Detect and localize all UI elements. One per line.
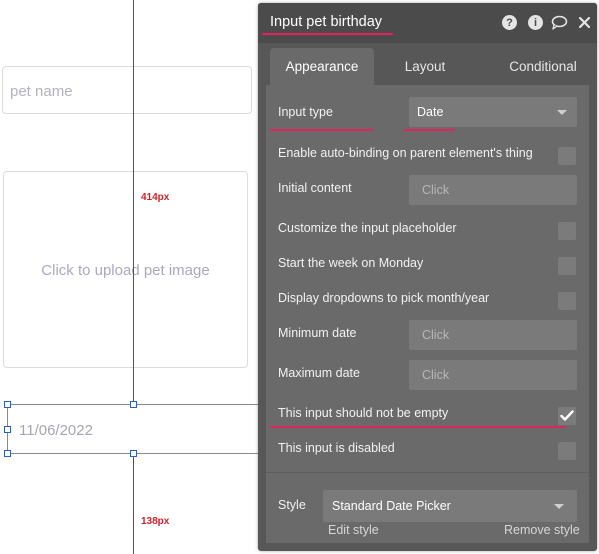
style-dropdown[interactable]: Standard Date Picker: [323, 490, 577, 522]
date-input-value: 11/06/2022: [19, 422, 93, 439]
maximum-date-placeholder: Click: [422, 368, 450, 382]
minimum-date-label: Minimum date: [278, 326, 357, 340]
title-underline: [262, 33, 393, 35]
remove-style-link[interactable]: Remove style: [504, 523, 580, 537]
tab-appearance[interactable]: Appearance: [270, 48, 374, 85]
chevron-down-icon: [557, 110, 567, 115]
not-empty-checkbox[interactable]: [558, 407, 576, 425]
style-value: Standard Date Picker: [332, 499, 451, 513]
dropdowns-month-year-label: Display dropdowns to pick month/year: [278, 291, 490, 305]
panel-title[interactable]: Input pet birthday: [270, 14, 382, 30]
week-monday-checkbox[interactable]: [558, 257, 576, 275]
close-icon[interactable]: [576, 14, 593, 31]
not-empty-label: This input should not be empty: [278, 406, 449, 420]
not-empty-underline: [270, 426, 566, 428]
upload-image-text: Click to upload pet image: [41, 262, 210, 279]
resize-handle-bottom[interactable]: [130, 450, 137, 457]
info-icon[interactable]: i: [528, 15, 543, 30]
edit-style-link[interactable]: Edit style: [328, 523, 379, 537]
guide-distance-bottom: 138px: [141, 516, 170, 527]
initial-content-label: Initial content: [278, 181, 352, 195]
pet-name-input[interactable]: pet name: [2, 66, 252, 114]
vertical-guide-bottom: [133, 454, 134, 554]
editor-stage: pet name Click to upload pet image 11/06…: [0, 0, 599, 554]
panel-tabs: Appearance Layout Conditional: [270, 48, 587, 85]
disabled-label: This input is disabled: [278, 441, 395, 455]
resize-handle-top[interactable]: [130, 401, 137, 408]
comment-icon[interactable]: [551, 14, 568, 31]
input-type-value: Date: [417, 105, 444, 119]
minimum-date-placeholder: Click: [422, 328, 450, 342]
vertical-guide-top: [133, 0, 134, 404]
chevron-down-icon: [554, 504, 564, 509]
property-editor-panel: Input pet birthday ? i Appearance Layout…: [258, 3, 597, 551]
input-type-dropdown[interactable]: Date: [409, 97, 577, 127]
disabled-checkbox[interactable]: [558, 442, 576, 460]
tab-conditional[interactable]: Conditional: [488, 48, 597, 85]
question-icon[interactable]: ?: [502, 15, 517, 30]
input-type-value-underline: [404, 129, 455, 131]
resize-handle-top-left[interactable]: [4, 401, 11, 408]
auto-binding-checkbox[interactable]: [558, 147, 576, 165]
input-type-label: Input type: [278, 105, 333, 119]
style-label: Style: [278, 498, 306, 512]
appearance-tab-content: Input type Date Enable auto-binding on p…: [266, 85, 589, 543]
initial-content-placeholder: Click: [422, 183, 450, 197]
initial-content-field[interactable]: Click: [409, 175, 577, 205]
auto-binding-label: Enable auto-binding on parent element's …: [278, 146, 533, 160]
pet-name-placeholder: pet name: [10, 83, 73, 100]
minimum-date-field[interactable]: Click: [409, 320, 577, 350]
maximum-date-field[interactable]: Click: [409, 360, 577, 390]
customize-placeholder-label: Customize the input placeholder: [278, 221, 457, 235]
dropdowns-month-year-checkbox[interactable]: [558, 292, 576, 310]
maximum-date-label: Maximum date: [278, 366, 360, 380]
input-type-label-underline: [270, 129, 374, 131]
resize-handle-bottom-left[interactable]: [4, 450, 11, 457]
tab-layout[interactable]: Layout: [388, 48, 462, 85]
week-monday-label: Start the week on Monday: [278, 256, 424, 270]
guide-distance-top: 414px: [141, 192, 170, 203]
checkmark-icon: [560, 410, 574, 421]
pet-image-uploader[interactable]: Click to upload pet image: [3, 171, 248, 368]
panel-header[interactable]: Input pet birthday ? i: [258, 3, 597, 43]
resize-handle-left[interactable]: [4, 426, 11, 433]
pet-birthday-date-input[interactable]: 11/06/2022: [7, 404, 259, 454]
section-divider: [266, 472, 589, 473]
customize-placeholder-checkbox[interactable]: [558, 222, 576, 240]
